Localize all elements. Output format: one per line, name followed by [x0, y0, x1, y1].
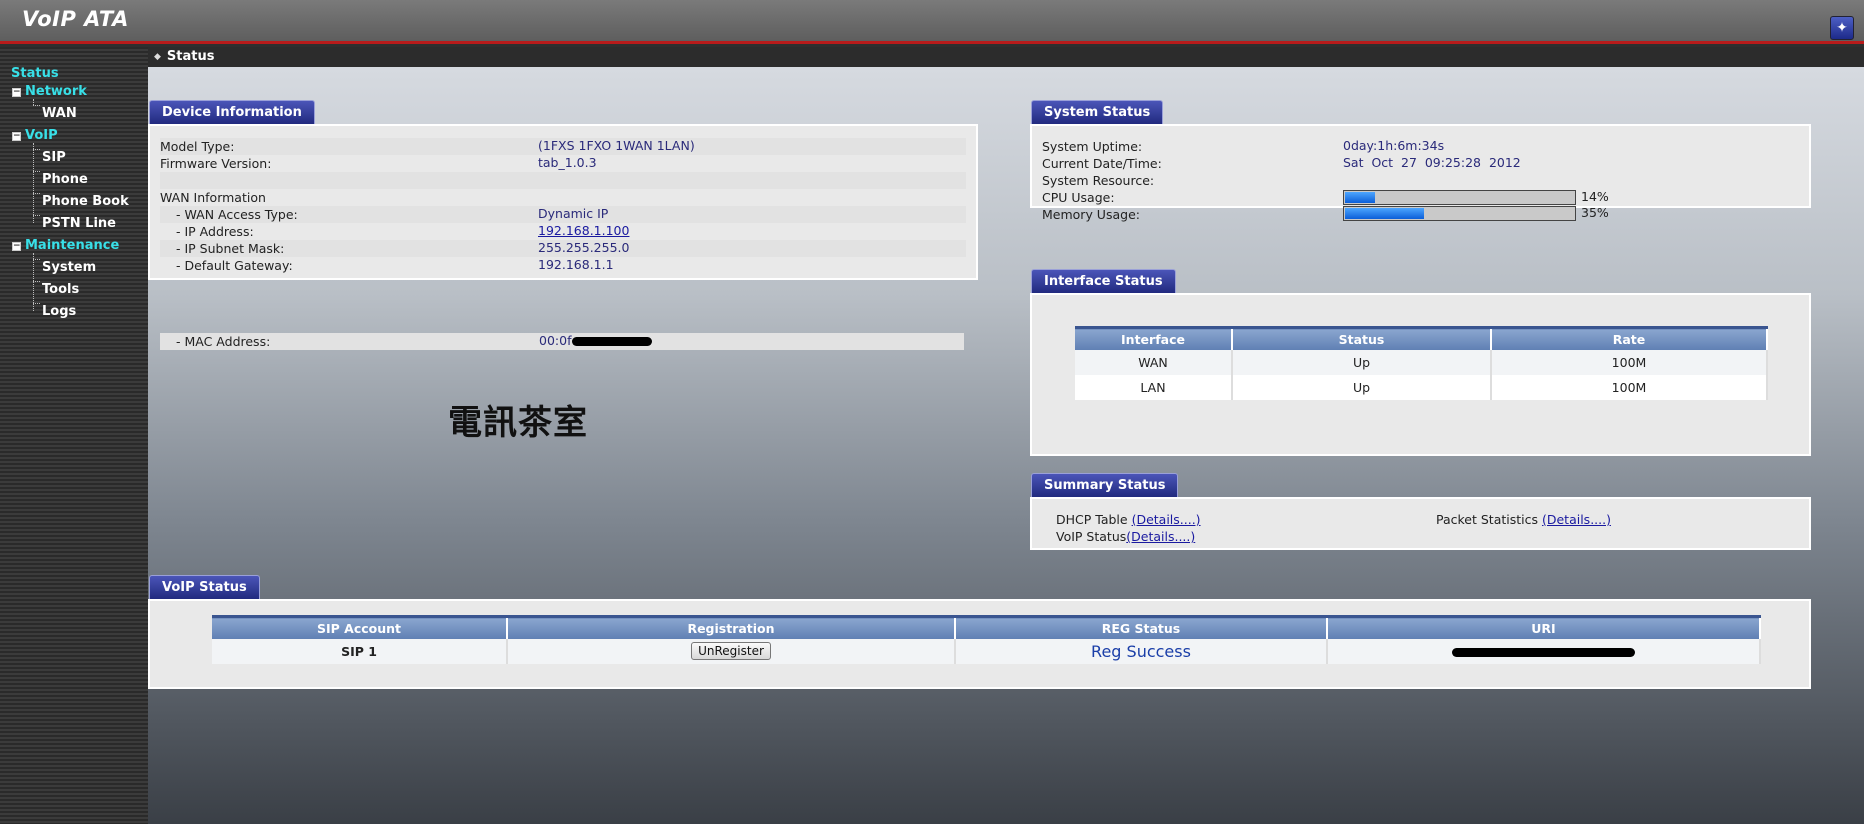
packet-details-link[interactable]: (Details....): [1542, 512, 1611, 527]
redaction-mark: [572, 337, 653, 346]
cpu-value: 14%: [1581, 189, 1609, 204]
tree-line: [33, 215, 40, 216]
table-row: SIP 1 UnRegister Reg Success: [212, 638, 1761, 664]
uptime-value: 0day:1h:6m:34s: [1343, 138, 1445, 153]
cpu-label: CPU Usage:: [1042, 190, 1115, 205]
sidebar-item-phone[interactable]: Phone: [42, 172, 88, 187]
dhcp-label: DHCP Table: [1056, 512, 1132, 527]
table-row: LAN Up 100M: [1075, 374, 1768, 400]
tree-line: [33, 281, 40, 282]
tree-line: [33, 149, 40, 150]
voip-status-panel: SIP Account Registration REG Status URI …: [148, 599, 1811, 689]
sidebar-item-phone-book[interactable]: Phone Book: [42, 194, 129, 209]
voip-label: VoIP Status: [1056, 529, 1127, 544]
voip-details-link[interactable]: (Details....): [1126, 529, 1195, 544]
sip-account-cell: SIP 1: [212, 638, 508, 664]
sidebar-section-maintenance[interactable]: − Maintenance: [12, 238, 119, 253]
sidebar-item-pstn-line[interactable]: PSTN Line: [42, 216, 116, 231]
sidebar-item-logs[interactable]: Logs: [42, 304, 76, 319]
tree-line: [33, 143, 34, 223]
app-title: VoIP ATA: [22, 7, 129, 31]
interface-status-tab: Interface Status: [1031, 269, 1176, 294]
wan-info-heading: WAN Information: [160, 190, 266, 205]
col-interface: Interface: [1075, 326, 1233, 350]
gateway-value: 192.168.1.1: [538, 257, 614, 272]
sidebar-item-system[interactable]: System: [42, 260, 96, 275]
device-info-panel: Model Type: (1FXS 1FXO 1WAN 1LAN) Firmwa…: [148, 124, 978, 280]
spacer-row: [160, 172, 966, 189]
collapse-icon[interactable]: −: [12, 132, 21, 141]
tree-line: [33, 193, 40, 194]
memory-label: Memory Usage:: [1042, 207, 1140, 222]
packet-label: Packet Statistics: [1436, 512, 1542, 527]
voip-table: SIP Account Registration REG Status URI …: [212, 615, 1761, 664]
top-header: VoIP ATA ✦: [0, 0, 1864, 44]
wand-icon[interactable]: ✦: [1830, 16, 1854, 40]
sidebar-section-network[interactable]: − Network: [12, 84, 87, 99]
ip-address-link[interactable]: 192.168.1.100: [538, 223, 629, 238]
cpu-usage-bar: [1343, 190, 1576, 205]
summary-status-panel: DHCP Table (Details....) VoIP Status(Det…: [1030, 497, 1811, 550]
uptime-label: System Uptime:: [1042, 139, 1143, 154]
col-registration: Registration: [507, 615, 956, 639]
collapse-icon[interactable]: −: [12, 88, 21, 97]
memory-value: 35%: [1581, 205, 1609, 220]
interface-table: Interface Status Rate WAN Up 100M LAN Up…: [1075, 326, 1768, 400]
col-status: Status: [1232, 326, 1492, 350]
page-title: Status: [166, 49, 215, 64]
sidebar-item-tools[interactable]: Tools: [42, 282, 79, 297]
sidebar-item-wan[interactable]: WAN: [42, 106, 77, 121]
main-content: Device Information Model Type: (1FXS 1FX…: [148, 67, 1864, 824]
system-status-tab: System Status: [1031, 100, 1164, 125]
sidebar-item-sip[interactable]: SIP: [42, 150, 66, 165]
memory-usage-bar: [1343, 206, 1576, 221]
uri-cell: [1327, 638, 1761, 664]
tree-line: [33, 259, 40, 260]
sidebar: Status − Network WAN − VoIP SIP Phone Phon…: [0, 47, 148, 824]
sidebar-section-voip[interactable]: − VoIP: [12, 128, 58, 143]
breadcrumb: ◆ Status: [148, 47, 1864, 67]
redaction-mark: [1452, 647, 1635, 657]
tree-line: [33, 105, 40, 106]
summary-status-tab: Summary Status: [1031, 473, 1179, 498]
table-header-row: Interface Status Rate: [1075, 326, 1768, 350]
watermark-text: 電訊茶室: [448, 403, 588, 443]
model-value: (1FXS 1FXO 1WAN 1LAN): [538, 138, 695, 153]
resource-label: System Resource:: [1042, 173, 1155, 188]
reg-status-cell: Reg Success: [955, 638, 1328, 664]
interface-status-panel: Interface Status Rate WAN Up 100M LAN Up…: [1030, 293, 1811, 456]
diamond-icon: ◆: [154, 52, 161, 62]
collapse-icon[interactable]: −: [12, 242, 21, 251]
date-label: Current Date/Time:: [1042, 156, 1162, 171]
dhcp-details-link[interactable]: (Details....): [1132, 512, 1201, 527]
voip-status-tab: VoIP Status: [149, 575, 260, 600]
mask-value: 255.255.255.0: [538, 240, 630, 255]
date-value: Sat Oct 27 09:25:28 2012: [1343, 155, 1521, 170]
col-reg-status: REG Status: [955, 615, 1328, 639]
mac-value: 00:0f: [539, 333, 653, 348]
access-value: Dynamic IP: [538, 206, 609, 221]
device-info-tab: Device Information: [149, 100, 315, 125]
cpu-usage-fill: [1345, 192, 1376, 203]
sidebar-item-status[interactable]: Status: [11, 66, 59, 81]
tree-line: [33, 171, 40, 172]
col-sip-account: SIP Account: [212, 615, 508, 639]
col-rate: Rate: [1491, 326, 1768, 350]
table-header-row: SIP Account Registration REG Status URI: [212, 615, 1761, 639]
unregister-button[interactable]: UnRegister: [691, 642, 771, 660]
firmware-value: tab_1.0.3: [538, 155, 597, 170]
table-row: WAN Up 100M: [1075, 349, 1768, 375]
system-status-panel: System Uptime: 0day:1h:6m:34s Current Da…: [1030, 124, 1811, 222]
tree-line: [33, 303, 40, 304]
memory-usage-fill: [1345, 208, 1424, 219]
col-uri: URI: [1327, 615, 1761, 639]
